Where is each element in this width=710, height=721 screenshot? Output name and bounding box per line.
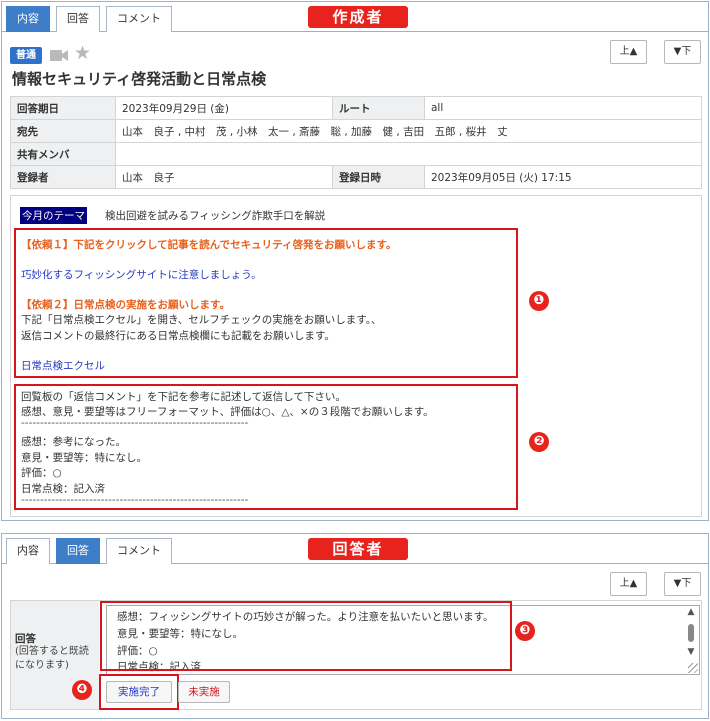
request-1-text: 【依頼１】下記をクリックして記事を読んでセキュリティ啓発をお願いします。: [21, 239, 397, 251]
shared-members-label: 共有メンバ: [10, 142, 116, 166]
page-title: 情報セキュリティ啓発活動と日常点検: [12, 70, 267, 88]
scroll-down-icon[interactable]: ▼: [683, 647, 699, 657]
video-camera-icon[interactable]: [50, 49, 68, 62]
recipients-label: 宛先: [10, 119, 116, 143]
priority-badge: 普通: [10, 47, 42, 64]
registered-at-label: 登録日時: [332, 165, 425, 189]
separator: ----------------------------------------…: [21, 494, 249, 506]
daily-check-excel-link[interactable]: 日常点検エクセル: [21, 358, 105, 373]
responder-panel: 内容 回答 コメント 回答者 上▲ ▼下 回答 (回答すると既読になります) 感…: [1, 533, 709, 719]
request-2-text: 【依頼２】日常点検の実施をお願いします。: [21, 299, 230, 311]
tab-content[interactable]: 内容: [6, 6, 50, 32]
resize-grip-icon[interactable]: [688, 663, 698, 673]
instruction-line: 下記「日常点検エクセル」を開き、セルフチェックの実施をお願いします。、: [21, 314, 382, 326]
tab-bar: 内容 回答 コメント 作成者: [2, 2, 708, 32]
theme-label: 今月のテーマ: [20, 207, 87, 224]
info-table: 回答期日 2023年09月29日 (金) ルート all 宛先 山本 良子 , …: [10, 96, 702, 189]
template-line: 回覧板の「返信コメント」を下記を参考に記述して返信して下さい。: [21, 391, 346, 403]
table-row: 登録者 山本 良子 登録日時 2023年09月05日 (火) 17:15: [10, 165, 702, 189]
marker-2: ❷: [529, 432, 549, 452]
route-label: ルート: [332, 96, 425, 120]
registrant-value: 山本 良子: [115, 165, 333, 189]
role-banner-creator: 作成者: [308, 6, 408, 28]
marker-4: ❹: [72, 680, 92, 700]
prev-button[interactable]: 上▲: [610, 572, 647, 596]
separator: ----------------------------------------…: [21, 417, 249, 429]
mark-done-button[interactable]: 実施完了: [106, 681, 172, 703]
star-icon[interactable]: ★: [74, 43, 91, 63]
recipients-value: 山本 良子 , 中村 茂 , 小林 太一 , 斎藤 聡 , 加藤 健 , 吉田 …: [115, 119, 702, 143]
table-row: 宛先 山本 良子 , 中村 茂 , 小林 太一 , 斎藤 聡 , 加藤 健 , …: [10, 119, 702, 143]
theme-text: 検出回避を試みるフィッシング詐欺手口を解説: [105, 210, 326, 222]
due-date-label: 回答期日: [10, 96, 116, 120]
table-row: 回答期日 2023年09月29日 (金) ルート all: [10, 96, 702, 120]
role-banner-responder: 回答者: [308, 538, 408, 560]
creator-panel: 内容 回答 コメント 作成者 上▲ ▼下 普通 ★ 情報セキュリティ啓発活動と日…: [1, 1, 709, 521]
marker-3: ❸: [515, 621, 535, 641]
template-line: 感想：参考になった。: [21, 436, 126, 448]
prev-button[interactable]: 上▲: [610, 40, 647, 64]
template-line: 評価：○: [21, 467, 62, 479]
mark-not-done-button[interactable]: 未実施: [178, 681, 230, 703]
scroll-up-icon[interactable]: ▲: [683, 607, 699, 617]
marker-1: ❶: [529, 291, 549, 311]
phishing-article-link[interactable]: 巧妙化するフィッシングサイトに注意しましょう。: [21, 267, 262, 282]
scroll-thumb[interactable]: [688, 624, 694, 642]
answer-label: 回答: [15, 633, 36, 645]
registrant-label: 登録者: [10, 165, 116, 189]
instruction-line: 返信コメントの最終行にある日常点検欄にも記載をお願いします。: [21, 330, 335, 342]
answer-highlight-box: [100, 601, 512, 671]
registered-at-value: 2023年09月05日 (火) 17:15: [424, 165, 702, 189]
message-body: 今月のテーマ 検出回避を試みるフィッシング詐欺手口を解説 【依頼１】下記をクリッ…: [10, 195, 702, 517]
due-date-value: 2023年09月29日 (金): [115, 96, 333, 120]
shared-members-value: [115, 142, 702, 166]
answer-note: (回答すると既読になります): [15, 646, 89, 671]
table-row: 共有メンバ: [10, 142, 702, 166]
tab-comment[interactable]: コメント: [106, 6, 172, 32]
tab-comment[interactable]: コメント: [106, 538, 172, 564]
next-button[interactable]: ▼下: [664, 40, 701, 64]
next-button[interactable]: ▼下: [664, 572, 701, 596]
tab-answer[interactable]: 回答: [56, 6, 100, 32]
route-value: all: [424, 96, 702, 120]
tab-content[interactable]: 内容: [6, 538, 50, 564]
tab-bar: 内容 回答 コメント 回答者: [2, 534, 708, 564]
tab-answer[interactable]: 回答: [56, 538, 100, 564]
template-line: 意見・要望等：特になし。: [21, 452, 147, 464]
